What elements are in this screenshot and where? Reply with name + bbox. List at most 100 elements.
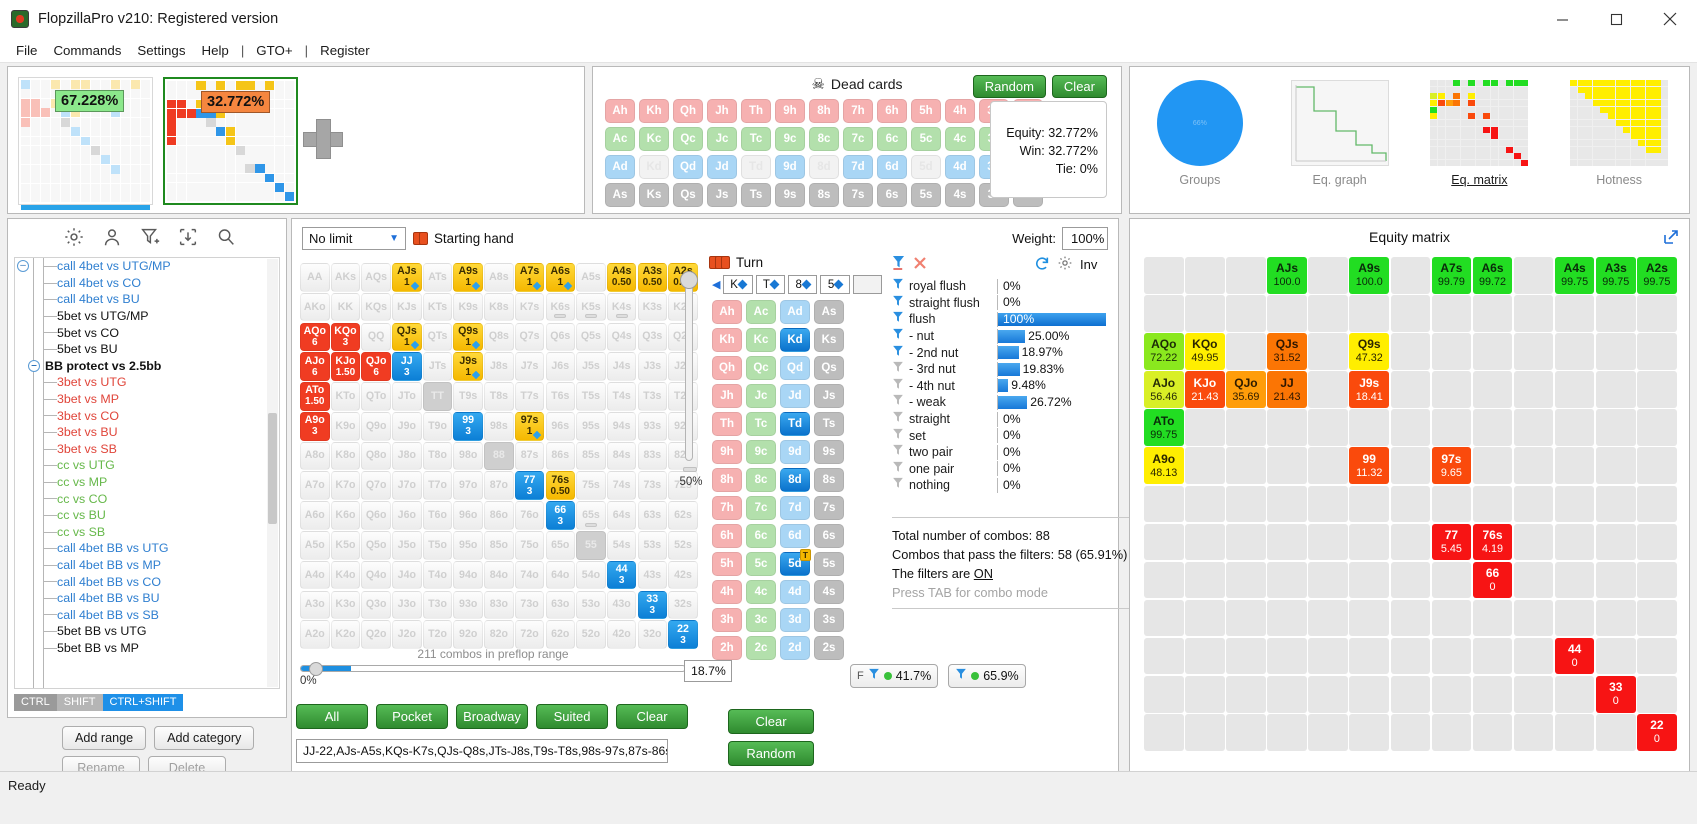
equity-cell-54s[interactable] <box>1554 599 1595 637</box>
dead-card-Ts[interactable]: Ts <box>741 183 771 207</box>
hand-cell-32s[interactable]: 32s <box>668 590 698 620</box>
viz-tab-eq-graph[interactable]: Eq. graph <box>1286 79 1394 187</box>
dead-card-Th[interactable]: Th <box>741 99 771 123</box>
hand-cell-66[interactable]: 66 3 <box>545 501 575 530</box>
board-card-Kd[interactable]: Kd <box>780 328 810 352</box>
equity-cell-85s[interactable] <box>1513 485 1554 523</box>
maximize-button[interactable] <box>1589 0 1643 38</box>
board-random-button[interactable]: Random <box>728 741 814 766</box>
hand-cell-K2o[interactable]: K2o <box>330 620 361 649</box>
equity-cell-64o[interactable] <box>1472 637 1513 675</box>
hand-cell-96s[interactable]: 96s <box>545 411 575 441</box>
hand-cell-53s[interactable]: 53s <box>637 531 668 560</box>
dead-card-Qs[interactable]: Qs <box>673 183 703 207</box>
dead-card-4c[interactable]: 4c <box>945 127 975 151</box>
hand-cell-99[interactable]: 99 3 <box>453 411 483 441</box>
equity-cell-A9o[interactable]: A9o 48.13 <box>1144 447 1184 484</box>
hand-cell-72o[interactable]: 72o <box>514 620 545 649</box>
equity-cell-97s[interactable]: 97s 9.65 <box>1431 447 1472 484</box>
tree-item-bb-protect-vs-2-5bb[interactable]: – BB protect vs 2.5bb <box>15 358 279 375</box>
hand-cell-A9s[interactable]: A9s 1 <box>453 263 483 292</box>
equity-cell-J8o[interactable] <box>1267 485 1307 523</box>
expand-icon[interactable] <box>1663 229 1679 245</box>
hand-cell-AJs[interactable]: AJs 1 <box>392 263 422 292</box>
hand-cell-KTs[interactable]: KTs <box>422 292 453 322</box>
equity-cell-KQs[interactable] <box>1226 295 1266 332</box>
dead-card-5d[interactable]: 5d <box>911 155 941 179</box>
equity-cell-83o[interactable] <box>1390 676 1431 713</box>
tree-item-5bet-vs-co[interactable]: 5bet vs CO <box>15 324 279 341</box>
equity-cell-QJs[interactable]: QJs 31.52 <box>1267 333 1307 370</box>
hand-cell-T7o[interactable]: T7o <box>422 471 453 501</box>
equity-cell-K5o[interactable] <box>1185 599 1225 637</box>
equity-cell-86s[interactable] <box>1472 485 1513 523</box>
hand-cell-84o[interactable]: 84o <box>484 560 514 590</box>
equity-cell-75s[interactable] <box>1513 523 1554 561</box>
equity-cell-K9s[interactable] <box>1349 295 1389 332</box>
hand-cell-86o[interactable]: 86o <box>484 501 514 530</box>
board-clear-button[interactable]: Clear <box>728 709 814 734</box>
board-card-Ac[interactable]: Ac <box>746 300 776 324</box>
board-card-Td[interactable]: Td <box>780 412 810 436</box>
hand-cell-T8o[interactable]: T8o <box>422 441 453 471</box>
tree-item-3bet-vs-utg[interactable]: 3bet vs UTG <box>15 374 279 391</box>
viz-tab-hotness[interactable]: Hotness <box>1565 79 1673 187</box>
funnel-icon[interactable] <box>892 461 904 477</box>
equity-cell-A5o[interactable] <box>1144 599 1184 637</box>
dead-card-9s[interactable]: 9s <box>775 183 805 207</box>
equity-cell-K7s[interactable] <box>1431 295 1472 332</box>
hand-cell-A6s[interactable]: A6s 1 <box>545 263 575 292</box>
tree-item-3bet-vs-co[interactable]: 3bet vs CO <box>15 407 279 424</box>
hand-cell-Q2o[interactable]: Q2o <box>361 620 391 649</box>
hand-cell-43o[interactable]: 43o <box>606 590 637 620</box>
equity-cell-74s[interactable] <box>1554 523 1595 561</box>
add-category-button[interactable]: Add category <box>154 726 255 750</box>
equity-cell-J4s[interactable] <box>1554 371 1595 408</box>
equity-cell-T9s[interactable] <box>1349 409 1389 446</box>
equity-cell-AQo[interactable]: AQo 72.22 <box>1144 333 1184 370</box>
hand-cell-JJ[interactable]: JJ 3 <box>392 352 422 381</box>
board-card-4h[interactable]: 4h <box>712 580 742 604</box>
hand-cell-42s[interactable]: 42s <box>668 560 698 590</box>
equity-cell-Q3o[interactable] <box>1226 676 1266 713</box>
hand-cell-A6o[interactable]: A6o <box>300 501 330 530</box>
tree-item-call-4bet-vs-bu[interactable]: call 4bet vs BU <box>15 291 279 308</box>
equity-cell-33[interactable]: 33 0 <box>1596 676 1636 713</box>
equity-cell-J5s[interactable] <box>1513 371 1554 408</box>
equity-cell-A4o[interactable] <box>1144 637 1184 675</box>
equity-cell-J2s[interactable] <box>1637 371 1677 408</box>
equity-cell-J3s[interactable] <box>1596 371 1636 408</box>
board-slot-3[interactable]: 8 <box>788 275 818 294</box>
hand-cell-43s[interactable]: 43s <box>637 560 668 590</box>
equity-cell-54o[interactable] <box>1513 637 1554 675</box>
dead-card-Kd[interactable]: Kd <box>639 155 669 179</box>
hand-cell-Q7o[interactable]: Q7o <box>361 471 391 501</box>
equity-cell-94o[interactable] <box>1349 637 1389 675</box>
dead-card-Qh[interactable]: Qh <box>673 99 703 123</box>
hand-cell-A4s[interactable]: A4s 0.50 <box>606 263 637 292</box>
equity-cell-96s[interactable] <box>1472 447 1513 484</box>
dead-card-6h[interactable]: 6h <box>877 99 907 123</box>
hand-cell-Q5s[interactable]: Q5s <box>576 322 606 352</box>
person-icon[interactable] <box>101 226 123 248</box>
equity-cell-KQo[interactable]: KQo 49.95 <box>1185 333 1225 370</box>
equity-cell-J8s[interactable] <box>1390 371 1431 408</box>
dead-card-Tc[interactable]: Tc <box>741 127 771 151</box>
equity-cell-95s[interactable] <box>1513 447 1554 484</box>
equity-cell-72s[interactable] <box>1637 523 1677 561</box>
tree-item-cc-vs-mp[interactable]: cc vs MP <box>15 474 279 491</box>
board-card-Th[interactable]: Th <box>712 412 742 436</box>
hand-cell-J7s[interactable]: J7s <box>514 352 545 381</box>
equity-cell-J7o[interactable] <box>1267 523 1307 561</box>
filter-row-straight[interactable]: straight 0% <box>892 411 1112 428</box>
board-card-6d[interactable]: 6d <box>780 524 810 548</box>
equity-cell-83s[interactable] <box>1596 485 1636 523</box>
hand-cell-73o[interactable]: 73o <box>514 590 545 620</box>
equity-cell-77[interactable]: 77 5.45 <box>1431 523 1472 561</box>
hand-cell-54s[interactable]: 54s <box>606 531 637 560</box>
hand-cell-K8o[interactable]: K8o <box>330 441 361 471</box>
equity-cell-43s[interactable] <box>1596 637 1636 675</box>
board-card-6c[interactable]: 6c <box>746 524 776 548</box>
board-card-5h[interactable]: 5h <box>712 552 742 576</box>
hand-cell-94s[interactable]: 94s <box>606 411 637 441</box>
